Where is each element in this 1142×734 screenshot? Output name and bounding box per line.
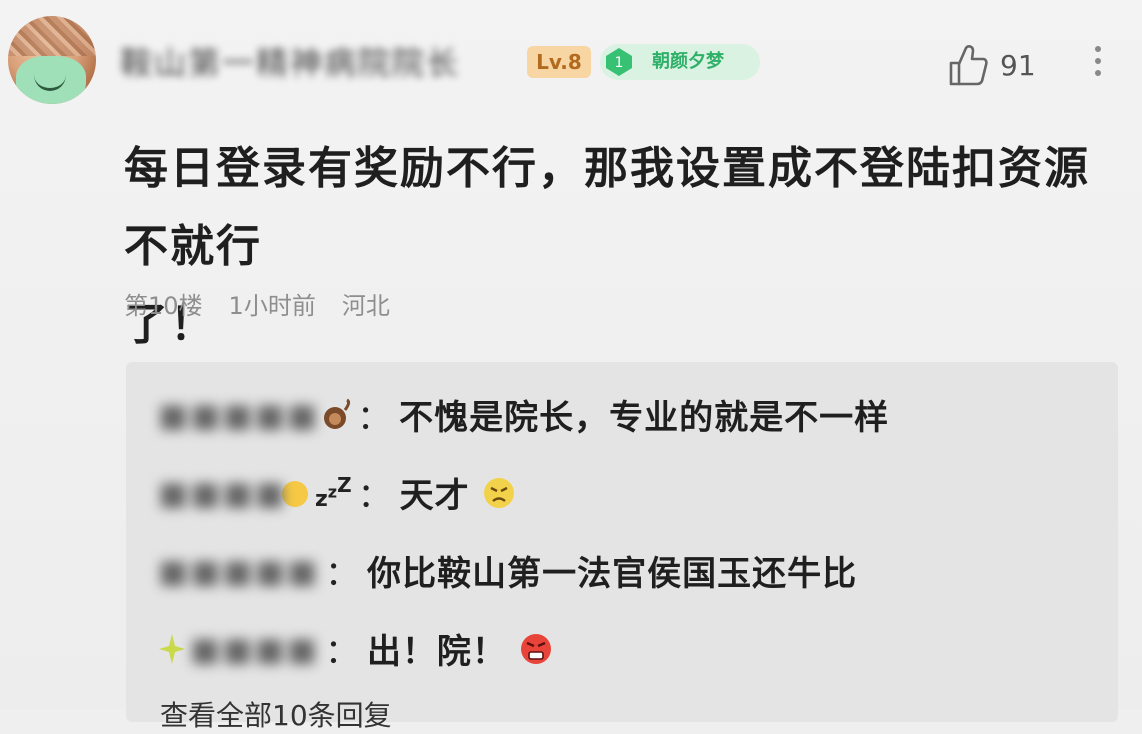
level-badge: Lv.8 [527,46,591,78]
comment-card: 鞍山第一精神病院院长 Lv.8 1 朝颜夕梦 91 每日登录有奖励不行，那我设置… [0,0,1142,732]
like-button[interactable]: 91 [948,40,1036,90]
reply-item[interactable]: ■■■■ ： 出！院！ [158,624,553,673]
green-gem-icon: 1 [606,48,632,76]
like-count: 91 [1000,48,1036,82]
rank-number: 1 [615,55,624,71]
reply-author[interactable]: ■■■■ [190,630,319,668]
post-content: 每日登录有奖励不行，那我设置成不登陆扣资源不就行 了！ [124,130,1124,364]
reply-text: 天才 [399,476,470,516]
username[interactable]: 鞍山第一精神病院院长 [120,38,460,84]
post-meta: 第10楼 1小时前 河北 [124,286,390,321]
reply-item[interactable]: ■■■■ zzZ ： 天才 [158,468,516,517]
sparkle-icon [159,633,185,664]
reply-item[interactable]: ■■■■■ ： 不愧是院长，专业的就是不一样 [158,390,889,439]
floor-label: 第10楼 [124,292,203,320]
replies-box: ■■■■■ ： 不愧是院长，专业的就是不一样 ■■■■ zzZ ： 天才 ■■■… [126,362,1118,732]
reply-author[interactable]: ■■■■■ [158,396,319,434]
reply-separator: ： [357,476,392,516]
view-all-replies-link[interactable]: 查看全部10条回复 [160,694,392,734]
more-vertical-icon[interactable] [1086,40,1110,90]
reply-separator: ： [324,632,359,672]
avatar[interactable] [8,16,96,104]
thumbs-up-icon [949,45,988,86]
post-content-line-1: 每日登录有奖励不行，那我设置成不登陆扣资源不就行 [124,143,1090,272]
reply-author[interactable]: ■■■■■ [158,552,319,590]
reply-separator: ： [357,398,392,438]
post-location: 河北 [341,292,390,320]
reply-author[interactable]: ■■■■ [158,474,287,512]
reply-text: 不愧是院长，专业的就是不一样 [399,398,890,438]
rank-title: 朝颜夕梦 [652,51,724,72]
reply-item[interactable]: ■■■■■ ： 你比鞍山第一法官侯国玉还牛比 [158,546,857,595]
angry-face-icon [483,477,514,508]
reply-text: 出！院！ [366,632,507,672]
zzz-icon: zzZ [314,473,352,512]
post-time: 1小时前 [228,292,316,320]
avatar-hair [8,16,96,56]
reply-separator: ： [325,554,360,594]
monkey-icon [324,398,351,429]
rank-badge: 1 朝颜夕梦 [600,44,760,80]
mad-face-icon [520,633,551,664]
reply-text: 你比鞍山第一法官侯国玉还牛比 [367,554,858,594]
